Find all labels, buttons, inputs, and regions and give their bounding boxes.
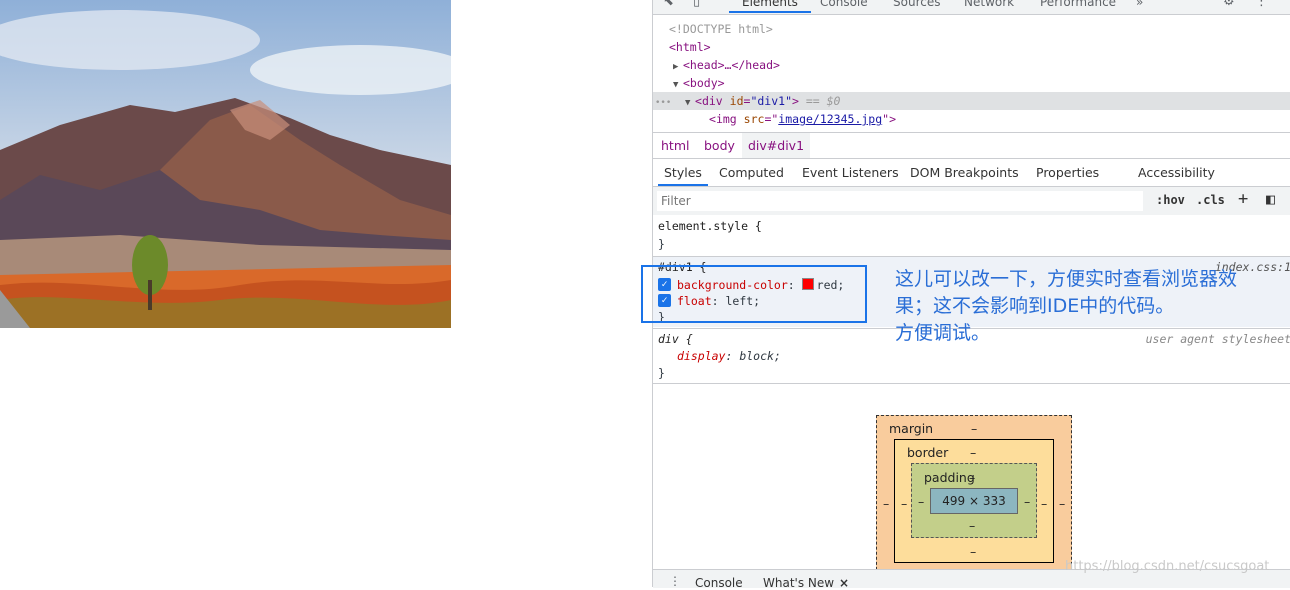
margin-right-value[interactable]: –: [1059, 496, 1065, 511]
selected-tab-indicator: [729, 11, 811, 13]
more-options-icon[interactable]: ⋮: [1255, 0, 1269, 9]
padding-left-value[interactable]: –: [918, 494, 924, 509]
tab-elements[interactable]: Elements: [742, 0, 798, 9]
border-bottom-value[interactable]: –: [970, 544, 976, 559]
device-toolbar-icon[interactable]: ▯: [693, 0, 707, 9]
rule-div-close: }: [658, 366, 665, 380]
tab-sources[interactable]: Sources: [893, 0, 940, 9]
styles-filter-bar: :hov .cls + ◧: [653, 187, 1290, 215]
padding-top-value[interactable]: –: [969, 470, 975, 485]
watermark-text: https://blog.csdn.net/csucsgoat: [1065, 559, 1270, 574]
annotation-line-3: 方便调试。: [895, 322, 991, 344]
tab-dom-breakpoints[interactable]: DOM Breakpoints: [910, 159, 1019, 186]
border-right-value[interactable]: –: [1041, 496, 1047, 511]
padding-label: padding: [924, 470, 975, 485]
drawer-tab-whats-new[interactable]: What's New: [763, 576, 834, 590]
margin-label: margin: [889, 421, 934, 436]
tab-performance[interactable]: Performance: [1040, 0, 1116, 9]
padding-bottom-value[interactable]: –: [969, 518, 975, 533]
dom-body[interactable]: ▼ <body>: [653, 74, 725, 92]
dom-div-selected[interactable]: ••• ▼ <div id="div1"> == $0: [653, 92, 1290, 110]
breadcrumb-html[interactable]: html: [655, 133, 695, 158]
annotation-highlight-box: [641, 265, 867, 323]
border-label: border: [907, 445, 949, 460]
more-tabs-icon[interactable]: »: [1136, 0, 1143, 9]
landscape-image: [0, 0, 451, 328]
dom-tree: <!DOCTYPE html> <html> ▶ <head>…</head> ▼…: [653, 18, 1290, 130]
element-style-close: }: [658, 237, 665, 251]
devtools-toolbar: ⬉ ▯ Elements Console Sources Network Per…: [653, 0, 1290, 15]
toggle-sidebar-icon[interactable]: ◧: [1266, 190, 1275, 208]
property-display: display: block;: [677, 349, 781, 363]
dom-html[interactable]: <html>: [653, 38, 711, 56]
padding-right-value[interactable]: –: [1024, 494, 1030, 509]
rule-div-selector: div {: [658, 332, 693, 346]
drawer-menu-icon[interactable]: ⋮: [669, 574, 681, 588]
rule-divider: [653, 383, 1290, 384]
breadcrumb-body[interactable]: body: [698, 133, 741, 158]
margin-left-value[interactable]: –: [883, 496, 889, 511]
add-rule-icon[interactable]: +: [1238, 189, 1248, 209]
settings-gear-icon[interactable]: ⚙: [1223, 0, 1237, 9]
drawer-tab-console[interactable]: Console: [695, 576, 743, 590]
annotation-line-2: 果；这不会影响到IDE中的代码。: [895, 295, 1175, 317]
cls-toggle[interactable]: .cls: [1196, 193, 1225, 207]
close-icon[interactable]: ×: [839, 576, 849, 590]
hov-toggle[interactable]: :hov: [1156, 193, 1185, 207]
tab-computed[interactable]: Computed: [719, 159, 784, 186]
border-top-value[interactable]: –: [970, 445, 976, 460]
styles-subtabs: Styles Computed Event Listeners DOM Brea…: [653, 159, 1290, 187]
margin-top-value[interactable]: –: [971, 421, 977, 436]
filter-input[interactable]: [657, 191, 1143, 211]
breadcrumb-div1[interactable]: div#div1: [742, 133, 811, 158]
dom-img[interactable]: <img src="image/12345.jpg">: [653, 110, 896, 128]
element-style-selector[interactable]: element.style {: [658, 218, 762, 234]
tab-event-listeners[interactable]: Event Listeners: [802, 159, 899, 186]
inspect-element-icon[interactable]: ⬉: [663, 0, 677, 9]
tab-network[interactable]: Network: [964, 0, 1014, 9]
box-model-border[interactable]: border – – – – padding – – – – 499 × 333: [894, 439, 1054, 563]
tab-properties[interactable]: Properties: [1036, 159, 1099, 186]
img-src-link[interactable]: image/12345.jpg: [778, 112, 882, 126]
dom-head[interactable]: ▶ <head>…</head>: [653, 56, 780, 74]
box-model-padding[interactable]: padding – – – – 499 × 333: [911, 463, 1037, 538]
tab-accessibility[interactable]: Accessibility: [1138, 159, 1215, 186]
annotation-line-1: 这儿可以改一下，方便实时查看浏览器效: [895, 268, 1238, 290]
border-left-value[interactable]: –: [901, 496, 907, 511]
annotation-note: 这儿可以改一下，方便实时查看浏览器效 果；这不会影响到IDE中的代码。 方便调试…: [895, 266, 1287, 347]
tab-console[interactable]: Console: [820, 0, 868, 9]
dom-doctype[interactable]: <!DOCTYPE html>: [653, 20, 773, 38]
tab-styles[interactable]: Styles: [658, 159, 708, 186]
breadcrumb: html body div#div1: [653, 132, 1290, 159]
box-model-margin[interactable]: margin – – – border – – – – padding – – …: [876, 415, 1072, 575]
box-model-content-size[interactable]: 499 × 333: [930, 488, 1018, 514]
